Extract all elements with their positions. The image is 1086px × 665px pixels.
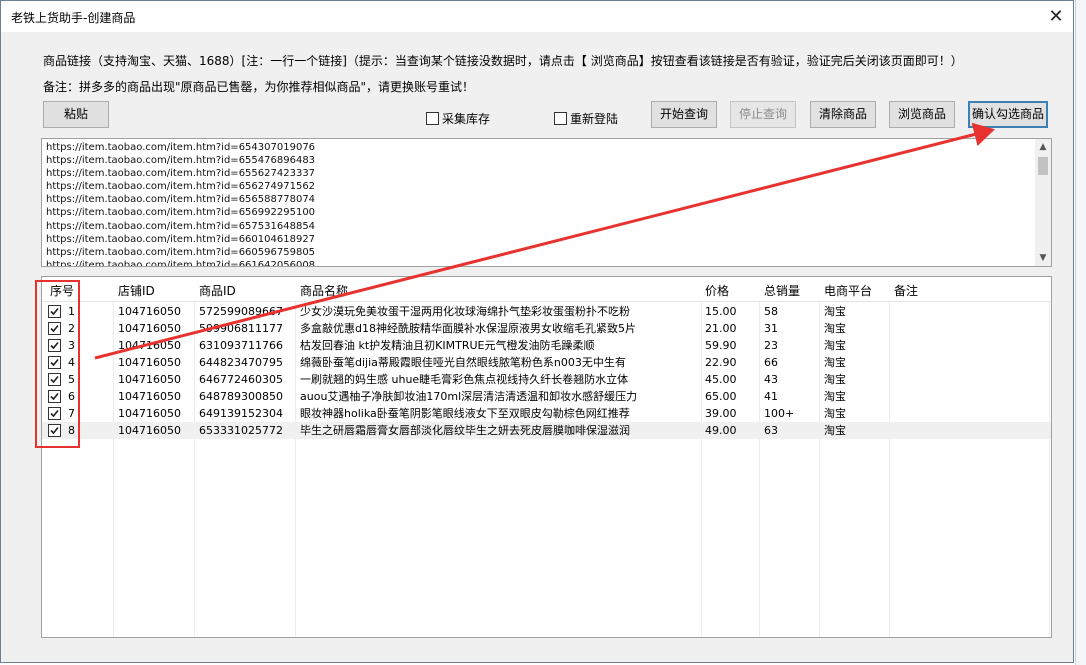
annotation-arrow	[94, 122, 995, 360]
